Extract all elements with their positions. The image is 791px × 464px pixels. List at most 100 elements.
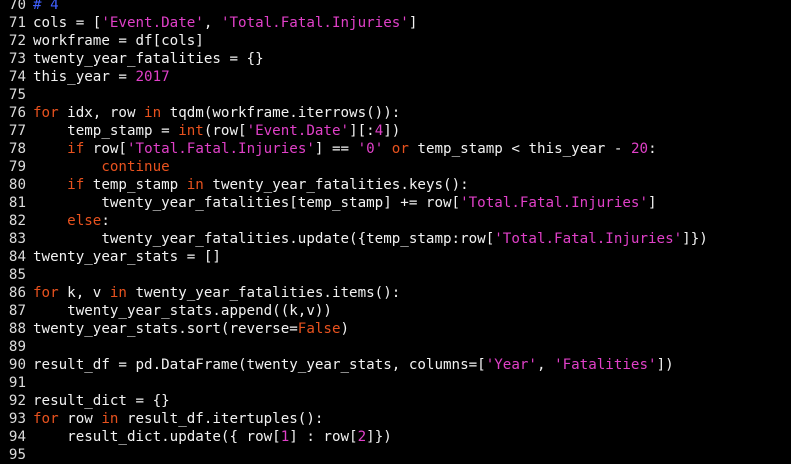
- code-line[interactable]: 73 twenty_year_fatalities = {}: [0, 50, 264, 68]
- line-number: 92: [8, 393, 26, 409]
- code-text: cols = ['Event.Date', 'Total.Fatal.Injur…: [26, 15, 417, 31]
- code-token: result_df.itertuples():: [118, 411, 324, 427]
- code-line[interactable]: 71 cols = ['Event.Date', 'Total.Fatal.Inj…: [0, 14, 418, 32]
- code-token: ,: [203, 15, 221, 31]
- code-token: temp_stamp < this_year -: [408, 141, 631, 157]
- code-token: temp_stamp: [84, 177, 187, 193]
- code-token: row: [58, 411, 102, 427]
- code-text: twenty_year_stats = []: [26, 249, 221, 265]
- code-line[interactable]: 87 twenty_year_stats.append((k,v)): [0, 302, 332, 320]
- code-line[interactable]: 86 for k, v in twenty_year_fatalities.ite…: [0, 284, 400, 302]
- code-token: ]): [383, 123, 401, 139]
- code-token: 'Event.Date': [246, 123, 350, 139]
- line-number: 80: [8, 177, 26, 193]
- code-token: twenty_year_fatalities.items():: [126, 285, 401, 301]
- line-number: 74: [8, 69, 26, 85]
- line-number: 85: [8, 267, 26, 283]
- code-line[interactable]: 72 workframe = df[cols]: [0, 32, 204, 50]
- code-line[interactable]: 83 twenty_year_fatalities.update({temp_s…: [0, 230, 708, 248]
- line-number: 82: [8, 213, 26, 229]
- code-token: 'Total.Fatal.Injuries': [494, 231, 683, 247]
- code-text: this_year = 2017: [26, 69, 170, 85]
- code-token: twenty_year_stats.sort(reverse=: [33, 321, 298, 337]
- code-token: ][:: [349, 123, 375, 139]
- code-token: row[: [84, 141, 127, 157]
- code-line[interactable]: 81 twenty_year_fatalities[temp_stamp] +=…: [0, 194, 657, 212]
- code-token: k, v: [58, 285, 110, 301]
- code-token: in: [109, 285, 127, 301]
- code-token: tqdm(workframe.iterrows()):: [161, 105, 401, 121]
- code-text: twenty_year_fatalities[temp_stamp] += ro…: [26, 195, 657, 211]
- code-token: ]}): [366, 429, 392, 445]
- code-token: workframe = df[cols]: [33, 33, 204, 49]
- code-line[interactable]: 76 for idx, row in tqdm(workframe.iterrow…: [0, 104, 400, 122]
- line-number: 90: [8, 357, 26, 373]
- code-token: 20: [630, 141, 649, 157]
- code-token: if: [67, 177, 85, 193]
- code-line[interactable]: 90 result_df = pd.DataFrame(twenty_year_s…: [0, 356, 674, 374]
- code-token: ]): [656, 357, 674, 373]
- code-line[interactable]: 77 temp_stamp = int(row['Event.Date'][:4…: [0, 122, 400, 140]
- code-token: ]: [408, 15, 418, 31]
- code-line[interactable]: 85: [0, 266, 33, 284]
- code-text: for k, v in twenty_year_fatalities.items…: [26, 285, 400, 301]
- line-number: 86: [8, 285, 26, 301]
- code-token: else: [67, 213, 102, 229]
- code-token: in: [144, 105, 162, 121]
- code-line[interactable]: 88 twenty_year_stats.sort(reverse=False): [0, 320, 349, 338]
- code-line[interactable]: 91: [0, 374, 33, 392]
- code-token: in: [101, 411, 119, 427]
- line-number: 81: [8, 195, 26, 211]
- code-token: this_year =: [33, 69, 136, 85]
- code-line[interactable]: 80 if temp_stamp in twenty_year_fataliti…: [0, 176, 469, 194]
- code-line[interactable]: 92 result_dict = {}: [0, 392, 170, 410]
- line-number: 84: [8, 249, 26, 265]
- code-token: ]: [648, 195, 657, 211]
- code-token: (row[: [203, 123, 247, 139]
- line-number: 83: [8, 231, 26, 247]
- code-line[interactable]: 75: [0, 86, 33, 104]
- code-token: False: [297, 321, 341, 337]
- code-token: cols = [: [33, 15, 102, 31]
- code-token: twenty_year_stats = []: [33, 249, 221, 265]
- code-token: temp_stamp =: [33, 123, 179, 139]
- code-line[interactable]: 95: [0, 446, 33, 464]
- code-line[interactable]: 79 continue: [0, 158, 170, 176]
- code-token: twenty_year_fatalities = {}: [33, 51, 264, 67]
- code-text: for row in result_df.itertuples():: [26, 411, 323, 427]
- code-token: result_df = pd.DataFrame(twenty_year_sta…: [33, 357, 486, 373]
- code-line[interactable]: 70 # 4: [0, 0, 59, 14]
- code-text: if row['Total.Fatal.Injuries'] == '0' or…: [26, 141, 656, 157]
- line-number: 73: [8, 51, 26, 67]
- code-token: :: [101, 213, 110, 229]
- line-number: 75: [8, 87, 26, 103]
- code-line[interactable]: 82 else:: [0, 212, 110, 230]
- code-line[interactable]: 74 this_year = 2017: [0, 68, 170, 86]
- line-number: 77: [8, 123, 26, 139]
- code-text: if temp_stamp in twenty_year_fatalities.…: [26, 177, 468, 193]
- code-editor[interactable]: 70 # 4 71 cols = ['Event.Date', 'Total.Fata…: [0, 0, 791, 463]
- code-text: twenty_year_fatalities.update({temp_stam…: [26, 231, 708, 247]
- code-token: 'Total.Fatal.Injuries': [126, 141, 315, 157]
- code-line[interactable]: 89: [0, 338, 33, 356]
- code-token: ]}): [682, 231, 708, 247]
- code-text: temp_stamp = int(row['Event.Date'][:4]): [26, 123, 400, 139]
- code-token: twenty_year_stats.append((k,v)): [33, 303, 332, 319]
- code-line[interactable]: 78 if row['Total.Fatal.Injuries'] == '0'…: [0, 140, 657, 158]
- code-text: result_df = pd.DataFrame(twenty_year_sta…: [26, 357, 674, 373]
- code-token: 1: [280, 429, 290, 445]
- code-token: twenty_year_fatalities[temp_stamp] += ro…: [33, 195, 461, 211]
- code-line[interactable]: 93 for row in result_df.itertuples():: [0, 410, 324, 428]
- line-number: 93: [8, 411, 26, 427]
- code-token: for: [33, 411, 59, 427]
- code-token: '0': [357, 141, 384, 157]
- code-token: 'Year': [485, 357, 537, 373]
- code-token: for: [33, 105, 59, 121]
- code-line[interactable]: 84 twenty_year_stats = []: [0, 248, 221, 266]
- code-token: ] ==: [314, 141, 358, 157]
